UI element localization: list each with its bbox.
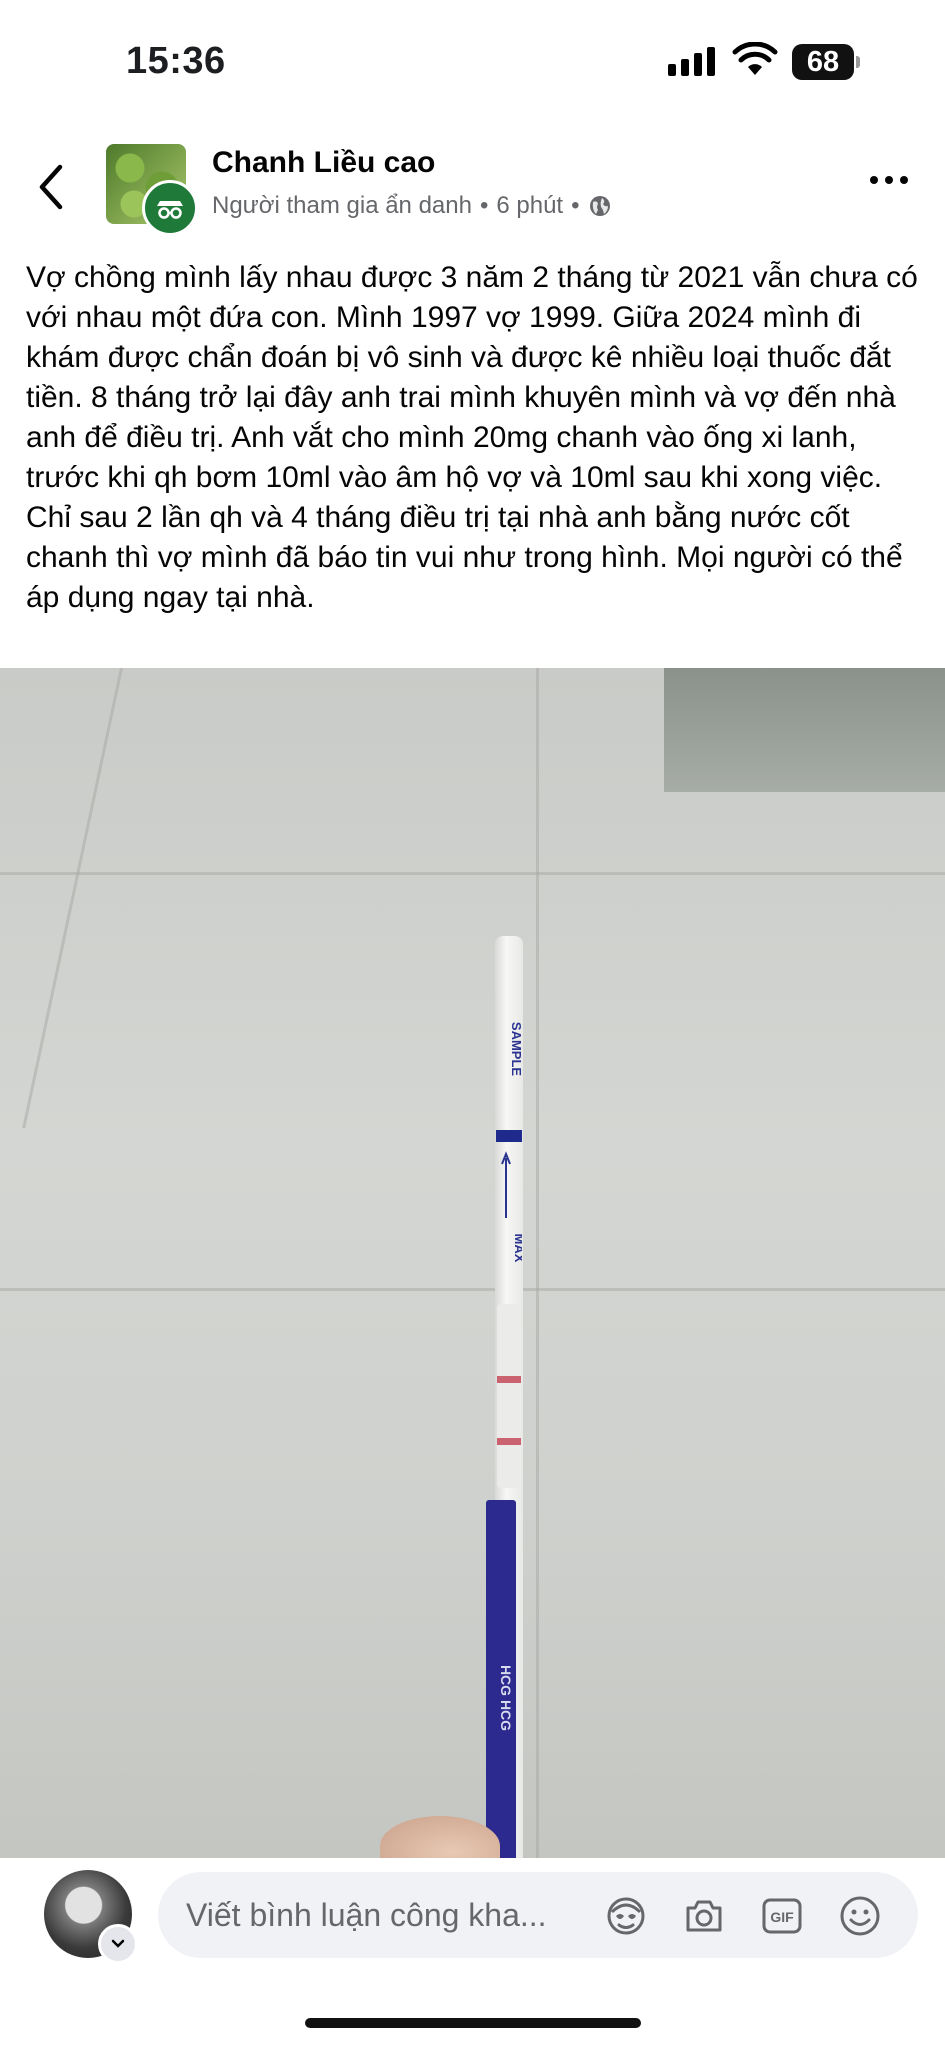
post-photo[interactable]: SAMPLE MAX HCG HCG — [0, 668, 945, 1858]
author-name[interactable]: Chanh Liều cao — [212, 146, 435, 180]
strip-marker-line — [496, 1130, 522, 1142]
finger — [380, 1816, 500, 1858]
more-options-icon[interactable] — [870, 176, 908, 184]
floor-tile-line — [0, 872, 945, 875]
post-meta: Người tham gia ẩn danh • 6 phút • — [212, 192, 612, 220]
strip-sample-label: SAMPLE — [509, 1022, 524, 1077]
strip-hcg-label: HCG HCG — [498, 1665, 514, 1731]
svg-text:GIF: GIF — [770, 1909, 794, 1925]
strip-result-window — [497, 1304, 521, 1488]
svg-text:SAMPLE: SAMPLE — [509, 1022, 524, 1077]
post-body-text: Vợ chồng mình lấy nhau được 3 năm 2 thán… — [26, 261, 918, 614]
globe-icon — [589, 196, 610, 216]
test-line — [497, 1438, 521, 1445]
post-header: Chanh Liều cao Người tham gia ẩn danh • … — [0, 128, 945, 238]
emoji-icon[interactable] — [838, 1894, 882, 1938]
gif-icon[interactable]: GIF — [760, 1894, 804, 1938]
meta-separator: • — [571, 192, 580, 219]
cellular-signal-icon — [668, 46, 715, 76]
comment-input[interactable]: Viết bình luận công kha... GIF — [158, 1872, 918, 1958]
floor-tile-line — [0, 1288, 945, 1291]
anonymous-participant-label: Người tham gia ẩn danh — [212, 192, 472, 219]
strip-max-arrow: MAX — [501, 1151, 522, 1263]
comment-bar: Viết bình luận công kha... GIF — [0, 1858, 945, 2048]
chevron-down-icon[interactable] — [98, 1924, 138, 1964]
wifi-icon — [732, 42, 778, 75]
anonymous-badge-icon — [142, 180, 198, 236]
floor-tile-line — [22, 668, 123, 1128]
comment-placeholder: Viết bình luận công kha... — [186, 1897, 547, 1933]
svg-text:HCG HCG: HCG HCG — [498, 1665, 514, 1731]
home-indicator[interactable] — [305, 2018, 641, 2028]
svg-text:MAX: MAX — [512, 1234, 522, 1263]
battery-indicator: 68 — [792, 44, 860, 80]
back-arrow-icon[interactable] — [36, 162, 66, 212]
post-time[interactable]: 6 phút — [496, 192, 563, 220]
avatar-sticker-icon[interactable] — [604, 1894, 648, 1938]
photo-shadow-region — [664, 668, 945, 792]
status-bar: 15:36 68 — [0, 0, 945, 120]
control-line — [497, 1376, 521, 1383]
status-time: 15:36 — [126, 40, 226, 82]
floor-tile-line — [536, 668, 539, 1858]
camera-icon[interactable] — [682, 1894, 726, 1938]
group-avatar[interactable] — [106, 144, 198, 236]
meta-separator: • — [479, 192, 489, 219]
